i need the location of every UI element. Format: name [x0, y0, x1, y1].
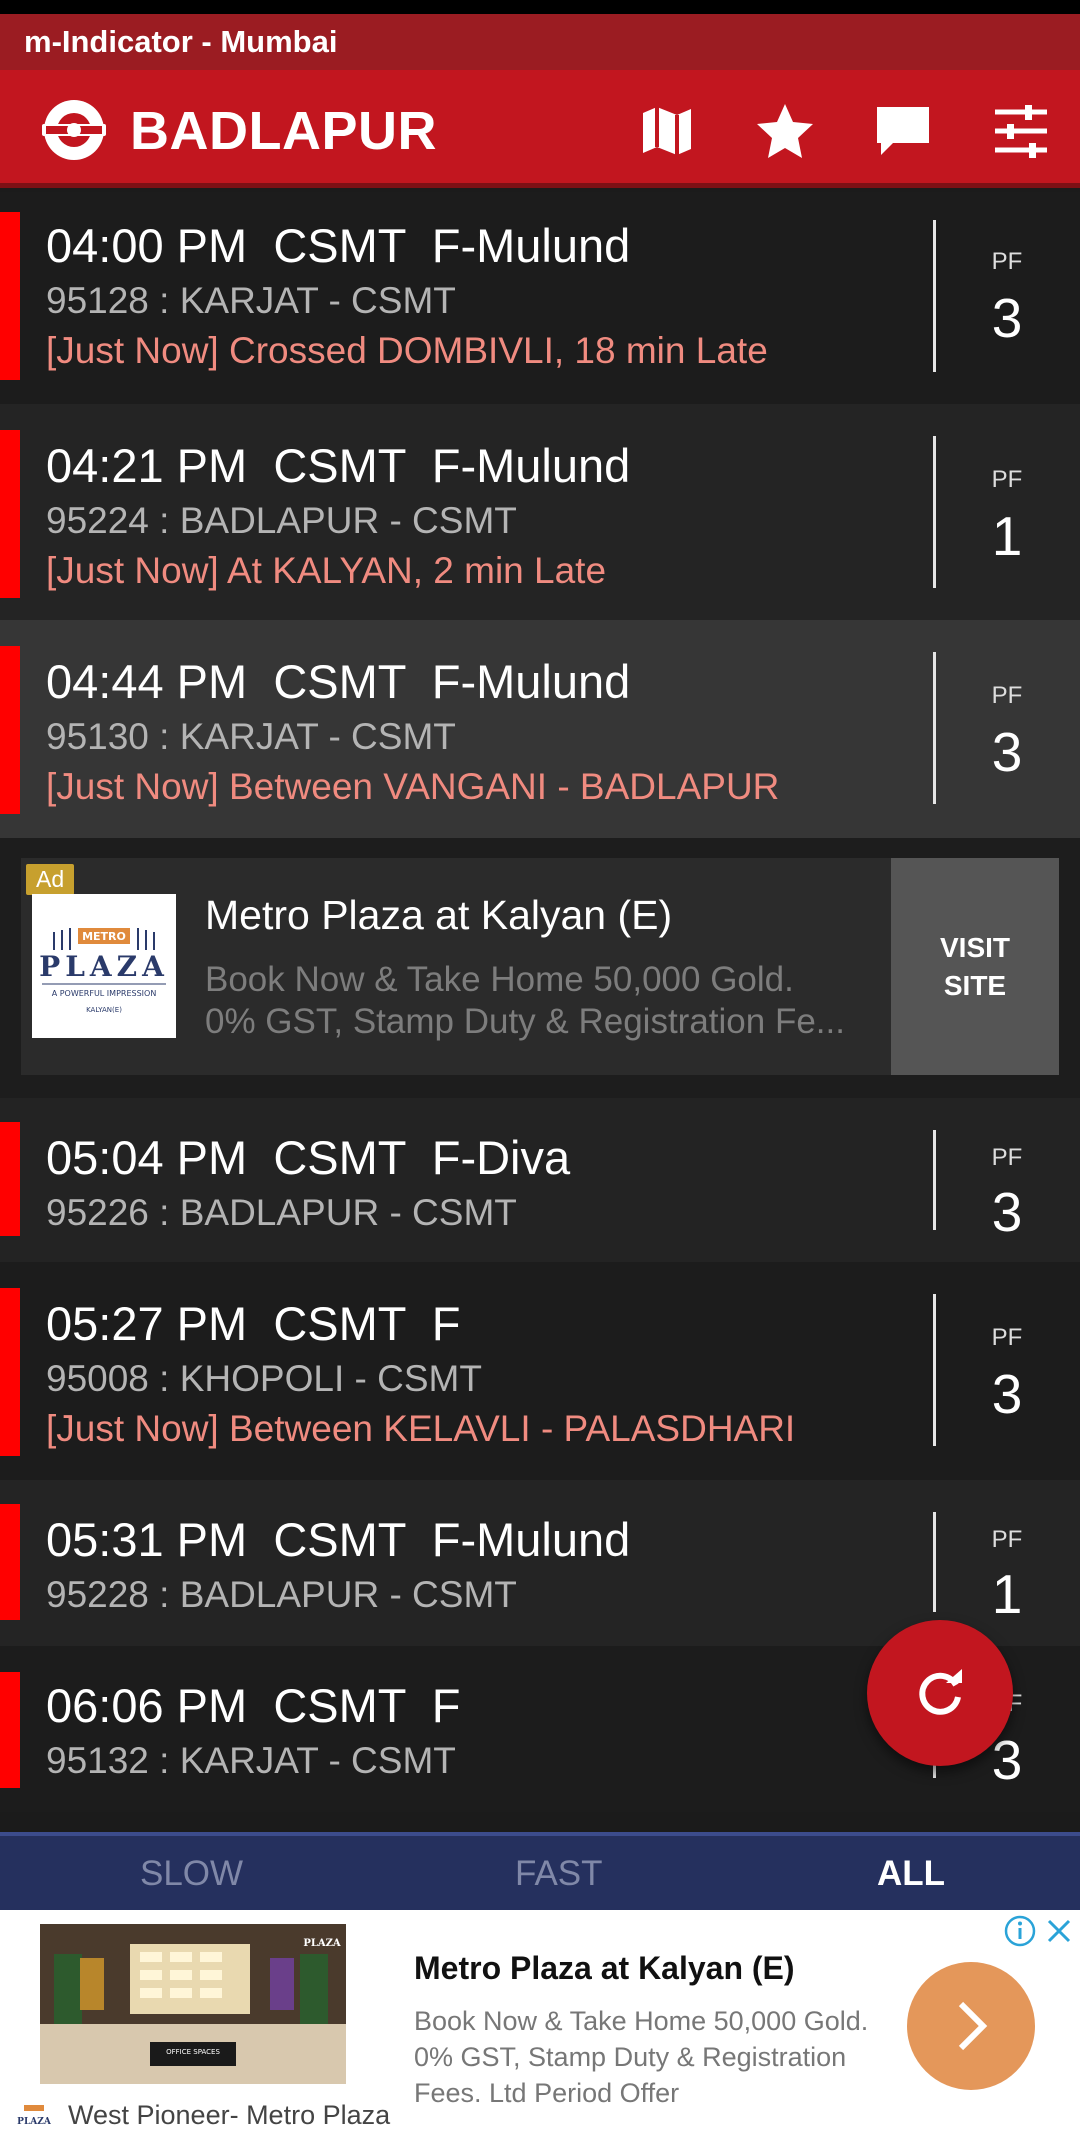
train-number: 95228 : BADLAPUR - CSMT — [46, 1574, 517, 1615]
map-button[interactable] — [636, 100, 698, 162]
banner-ad-desc-1: Book Now & Take Home 50,000 Gold. — [414, 2006, 869, 2036]
platform-number: 1 — [991, 1563, 1023, 1625]
ad-badge: Ad — [26, 864, 75, 895]
platform-number: 3 — [991, 1181, 1023, 1243]
map-icon — [643, 107, 691, 155]
train-status: [Just Now] Crossed DOMBIVLI, 18 min Late — [46, 330, 768, 371]
banner-ad-open-button[interactable] — [907, 1962, 1035, 2090]
row-accent — [0, 1672, 20, 1788]
train-number: 95224 : BADLAPUR - CSMT — [46, 500, 517, 541]
svg-text:A POWERFUL IMPRESSION: A POWERFUL IMPRESSION — [52, 989, 157, 998]
chat-icon — [877, 107, 929, 155]
ad-description-line-2: 0% GST, Stamp Duty & Registration Fe... — [205, 1002, 845, 1041]
train-row[interactable]: 05:27 PM CSMT F 95008 : KHOPOLI - CSMT [… — [0, 1262, 1080, 1480]
app-header: BADLAPUR — [0, 70, 1080, 188]
banner-ad[interactable]: OFFICE SPACES PLAZA PLAZA West Pioneer- … — [0, 1910, 1080, 2134]
train-row[interactable]: 04:00 PM CSMT F-Mulund 95128 : KARJAT - … — [0, 192, 1080, 404]
svg-text:METRO: METRO — [82, 930, 126, 943]
train-number: 95128 : KARJAT - CSMT — [46, 280, 456, 321]
train-number: 95132 : KARJAT - CSMT — [46, 1740, 456, 1781]
tab-fast[interactable]: FAST — [515, 1854, 603, 1894]
train-summary: 05:04 PM CSMT F-Diva — [46, 1131, 571, 1184]
filter-tabs: SLOW FAST ALL — [0, 1832, 1080, 1910]
ad-title[interactable]: Metro Plaza at Kalyan (E) — [205, 892, 672, 939]
platform-label: PF — [991, 1526, 1023, 1553]
train-row[interactable]: 05:31 PM CSMT F-Mulund 95228 : BADLAPUR … — [0, 1480, 1080, 1646]
train-row[interactable]: 04:44 PM CSMT F-Mulund 95130 : KARJAT - … — [0, 620, 1080, 838]
train-summary: 04:21 PM CSMT F-Mulund — [46, 439, 631, 492]
station-name[interactable]: BADLAPUR — [130, 100, 437, 162]
train-status: [Just Now] At KALYAN, 2 min Late — [46, 550, 607, 591]
chat-button[interactable] — [872, 100, 934, 162]
banner-ad-desc-2: 0% GST, Stamp Duty & Registration — [414, 2042, 847, 2072]
svg-text:PLAZA: PLAZA — [303, 1938, 341, 1949]
train-row[interactable]: 05:04 PM CSMT F-Diva 95226 : BADLAPUR - … — [0, 1098, 1080, 1262]
row-accent — [0, 212, 20, 380]
svg-text:OFFICE SPACES: OFFICE SPACES — [166, 2048, 220, 2056]
platform-number: 3 — [991, 721, 1023, 783]
row-accent — [0, 1122, 20, 1236]
banner-ad-desc-3: Fees. Ltd Period Offer — [414, 2078, 680, 2108]
platform-label: PF — [991, 1324, 1023, 1351]
platform-label: PF — [991, 466, 1023, 493]
advertiser-name[interactable]: West Pioneer- Metro Plaza — [68, 2100, 390, 2131]
train-summary: 04:00 PM CSMT F-Mulund — [46, 219, 631, 272]
train-row[interactable]: 04:21 PM CSMT F-Mulund 95224 : BADLAPUR … — [0, 404, 1080, 620]
train-logo-icon[interactable] — [40, 96, 108, 164]
tab-all[interactable]: ALL — [877, 1854, 945, 1894]
tab-slow[interactable]: SLOW — [140, 1854, 243, 1894]
chevron-right-icon — [958, 2001, 988, 2051]
train-number: 95130 : KARJAT - CSMT — [46, 716, 456, 757]
train-summary: 04:44 PM CSMT F-Mulund — [46, 655, 631, 708]
app-title: m-Indicator - Mumbai — [24, 24, 338, 59]
list-end-spacer — [0, 1812, 1080, 1832]
system-status-bar — [0, 0, 1080, 14]
ad-logo[interactable]: METRO PLAZA A POWERFUL IMPRESSION KALYAN… — [32, 894, 176, 1038]
banner-ad-title[interactable]: Metro Plaza at Kalyan (E) — [414, 1950, 795, 1987]
svg-text:PLAZA: PLAZA — [17, 2117, 52, 2127]
row-accent — [0, 1288, 20, 1456]
platform-number: 1 — [991, 505, 1023, 567]
svg-text:PLAZA: PLAZA — [39, 950, 169, 983]
advertiser-logo-icon: PLAZA — [14, 2102, 54, 2130]
visit-site-button[interactable]: VISIT SITE — [891, 858, 1059, 1075]
row-accent — [0, 430, 20, 598]
row-accent — [0, 646, 20, 814]
platform-label: PF — [991, 682, 1023, 709]
train-summary: 06:06 PM CSMT F — [46, 1679, 461, 1732]
window-titlebar: m-Indicator - Mumbai — [0, 14, 1080, 70]
train-status: [Just Now] Between VANGANI - BADLAPUR — [46, 766, 780, 807]
settings-button[interactable] — [990, 100, 1052, 162]
ad-description-line-1: Book Now & Take Home 50,000 Gold. — [205, 960, 794, 999]
train-summary: 05:31 PM CSMT F-Mulund — [46, 1513, 631, 1566]
office-lobby-image: OFFICE SPACES PLAZA — [40, 1924, 346, 2084]
platform-label: PF — [991, 248, 1023, 275]
ad-image[interactable]: OFFICE SPACES PLAZA — [40, 1924, 346, 2084]
refresh-icon — [919, 1669, 962, 1715]
metro-plaza-logo: METRO PLAZA A POWERFUL IMPRESSION KALYAN… — [39, 928, 169, 1014]
svg-text:KALYAN(E): KALYAN(E) — [86, 1006, 122, 1014]
settings-sliders-icon — [995, 105, 1047, 158]
refresh-button[interactable] — [867, 1620, 1013, 1766]
train-number: 95008 : KHOPOLI - CSMT — [46, 1358, 482, 1399]
close-ad-icon[interactable] — [1044, 1916, 1074, 1946]
row-accent — [0, 1504, 20, 1620]
visit-site-label: VISIT SITE — [939, 931, 1010, 1001]
platform-label: PF — [991, 1144, 1023, 1171]
platform-number: 3 — [991, 287, 1023, 349]
platform-number: 3 — [991, 1363, 1023, 1425]
train-summary: 05:27 PM CSMT F — [46, 1297, 461, 1350]
train-status: [Just Now] Between KELAVLI - PALASDHARI — [46, 1408, 796, 1449]
train-number: 95226 : BADLAPUR - CSMT — [46, 1192, 517, 1233]
favorite-button[interactable] — [754, 100, 816, 162]
star-icon — [757, 104, 813, 158]
adchoices-info-icon[interactable] — [1003, 1914, 1037, 1948]
